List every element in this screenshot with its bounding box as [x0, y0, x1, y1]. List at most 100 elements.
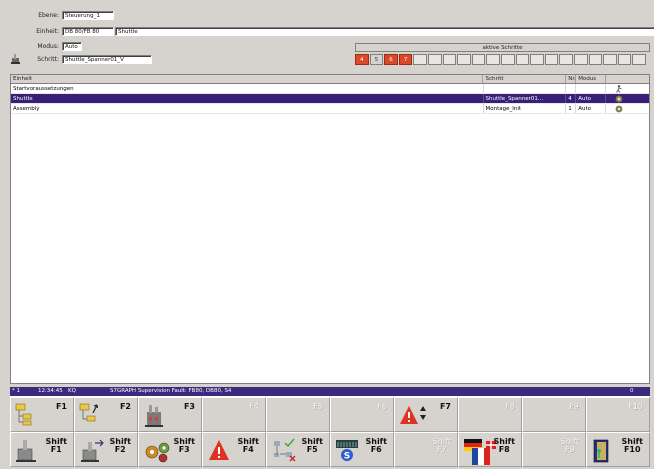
active-step-cell[interactable] [632, 54, 646, 65]
cell-icon[interactable] [606, 104, 649, 113]
fkey-shift-f10[interactable]: Shift F10 [586, 432, 650, 467]
col-schritt[interactable]: Schritt [483, 75, 567, 83]
alarm-message: S7GRAPH Supervision Fault: FB80, DB80, S… [110, 388, 232, 394]
active-step-cell[interactable]: 7 [398, 54, 413, 65]
fkey-shift-f4[interactable]: Shift F4 [202, 432, 266, 467]
table-row[interactable]: Shuttle Shuttle_Spanner01... 4 Auto [11, 94, 649, 104]
active-step-cell[interactable]: 5 [369, 54, 384, 65]
cell-modus: Auto [576, 104, 607, 113]
alarm-marker: * 1 [12, 388, 20, 394]
table-header: Einheit Schritt Nr. Modus [11, 75, 649, 84]
cell-schritt: Montage_Init [484, 104, 567, 113]
active-step-cell[interactable] [500, 54, 515, 65]
svg-text:S: S [344, 452, 350, 462]
gear-icon [615, 95, 623, 103]
einheit-code-field: DB 80/FB 80 [62, 26, 114, 36]
fkey-shift-f9: Shift F9 [522, 432, 586, 467]
cell-nr: 4 [566, 94, 577, 103]
active-step-cell[interactable] [457, 54, 471, 65]
fkey-f5: F5 [266, 397, 330, 432]
fkey-label: Shift F2 [109, 437, 131, 454]
active-steps-title: aktive Schritte [355, 43, 650, 52]
fkey-label: F6 [377, 402, 387, 411]
ebene-label: Ebene: [38, 11, 59, 19]
active-step-cell[interactable] [588, 54, 603, 65]
fkey-label: F4 [249, 402, 259, 411]
cell-modus: Auto [576, 94, 607, 103]
ebene-row: Ebene: Steuerung_1 [16, 10, 114, 20]
fkey-f3[interactable]: F3 [138, 397, 202, 432]
alarm-code: KQ [68, 388, 76, 394]
alarm-count: 0 [630, 388, 634, 394]
active-step-cell[interactable] [530, 54, 544, 65]
fkey-f6: F6 [330, 397, 394, 432]
hmi-screen: Ebene: Steuerung_1 Einheit: DB 80/FB 80 … [10, 4, 654, 467]
fkey-shift-f6[interactable]: S Shift F6 [330, 432, 394, 467]
function-keys: F1 F2 F3 F4 F5 F6 F7 F8 F9 F10 Shift F1 Shift F2 Sh… [10, 396, 650, 467]
table-row[interactable]: Assembly Montage_Init 1 Auto [11, 104, 649, 114]
einheit-label: Einheit: [36, 27, 59, 35]
cell-nr: 1 [566, 104, 577, 113]
cell-schritt [484, 84, 567, 93]
fkey-label: Shift F9 [560, 437, 579, 454]
fkey-f4: F4 [202, 397, 266, 432]
active-step-cell[interactable] [486, 54, 500, 65]
fkey-shift-f3[interactable]: Shift F3 [138, 432, 202, 467]
cell-einheit: Startvoraussetzungen [11, 84, 484, 93]
fkey-f8: F8 [458, 397, 522, 432]
fkey-f1[interactable]: F1 [10, 397, 74, 432]
table-row[interactable]: Startvoraussetzungen [11, 84, 649, 94]
active-step-cell[interactable] [544, 54, 559, 65]
einheit-row: Einheit: DB 80/FB 80 Shuttle [16, 26, 654, 36]
schritt-label: Schritt: [37, 55, 59, 63]
active-step-cell[interactable] [617, 54, 632, 65]
cell-icon[interactable] [606, 84, 649, 93]
cell-einheit: Shuttle [11, 94, 484, 103]
active-step-cell[interactable]: 4 [355, 54, 369, 65]
modus-row: Modus: Auto [16, 41, 82, 51]
active-step-cell[interactable] [442, 54, 457, 65]
fkey-label: Shift F7 [432, 437, 451, 454]
active-step-cell[interactable] [427, 54, 442, 65]
fkey-row-2: Shift F1 Shift F2 Shift F3 Shift F4 Shift F5… [10, 431, 650, 467]
active-step-cell[interactable] [573, 54, 588, 65]
fkey-label: F7 [439, 402, 451, 411]
fkey-f2[interactable]: F2 [74, 397, 138, 432]
fkey-shift-f1[interactable]: Shift F1 [10, 432, 74, 467]
modus-label: Modus: [37, 42, 59, 50]
col-nr[interactable]: Nr. [566, 75, 577, 83]
col-icon [606, 75, 649, 83]
fkey-label: F10 [628, 402, 643, 411]
fkey-label: F9 [569, 402, 579, 411]
fkey-label: F3 [183, 402, 195, 411]
schritt-field[interactable]: Shuttle_Spanner01_V [62, 54, 152, 64]
active-step-cell[interactable]: 6 [384, 54, 398, 65]
fkey-shift-f8[interactable]: Shift F8 [458, 432, 522, 467]
cell-icon[interactable] [606, 94, 649, 103]
fkey-label: Shift F1 [45, 437, 67, 454]
col-modus[interactable]: Modus [576, 75, 607, 83]
einheit-name-field: Shuttle [115, 26, 654, 36]
active-step-cell[interactable] [515, 54, 530, 65]
schritt-row: Schritt: Shuttle_Spanner01_V [16, 54, 152, 64]
active-steps-row: 4567 [355, 54, 650, 65]
active-step-cell[interactable] [413, 54, 427, 65]
active-step-cell[interactable] [603, 54, 617, 65]
fkey-label: Shift F10 [621, 437, 643, 454]
alarm-time: 12:34:45 [38, 388, 63, 394]
fkey-label: Shift F8 [493, 437, 515, 454]
fkey-label: F2 [119, 402, 131, 411]
fkey-label: Shift F6 [365, 437, 387, 454]
fkey-label: Shift F4 [237, 437, 259, 454]
fkey-label: Shift F5 [301, 437, 323, 454]
col-einheit[interactable]: Einheit [11, 75, 484, 83]
active-step-cell[interactable] [471, 54, 486, 65]
fkey-label: F8 [505, 402, 515, 411]
fkey-f7[interactable]: F7 [394, 397, 458, 432]
modus-field: Auto [62, 41, 82, 51]
active-step-cell[interactable] [559, 54, 573, 65]
alarm-status-bar[interactable]: * 1 12:34:45 KQ S7GRAPH Supervision Faul… [10, 387, 650, 396]
gear-icon [615, 105, 623, 113]
fkey-shift-f5[interactable]: Shift F5 [266, 432, 330, 467]
fkey-shift-f2[interactable]: Shift F2 [74, 432, 138, 467]
